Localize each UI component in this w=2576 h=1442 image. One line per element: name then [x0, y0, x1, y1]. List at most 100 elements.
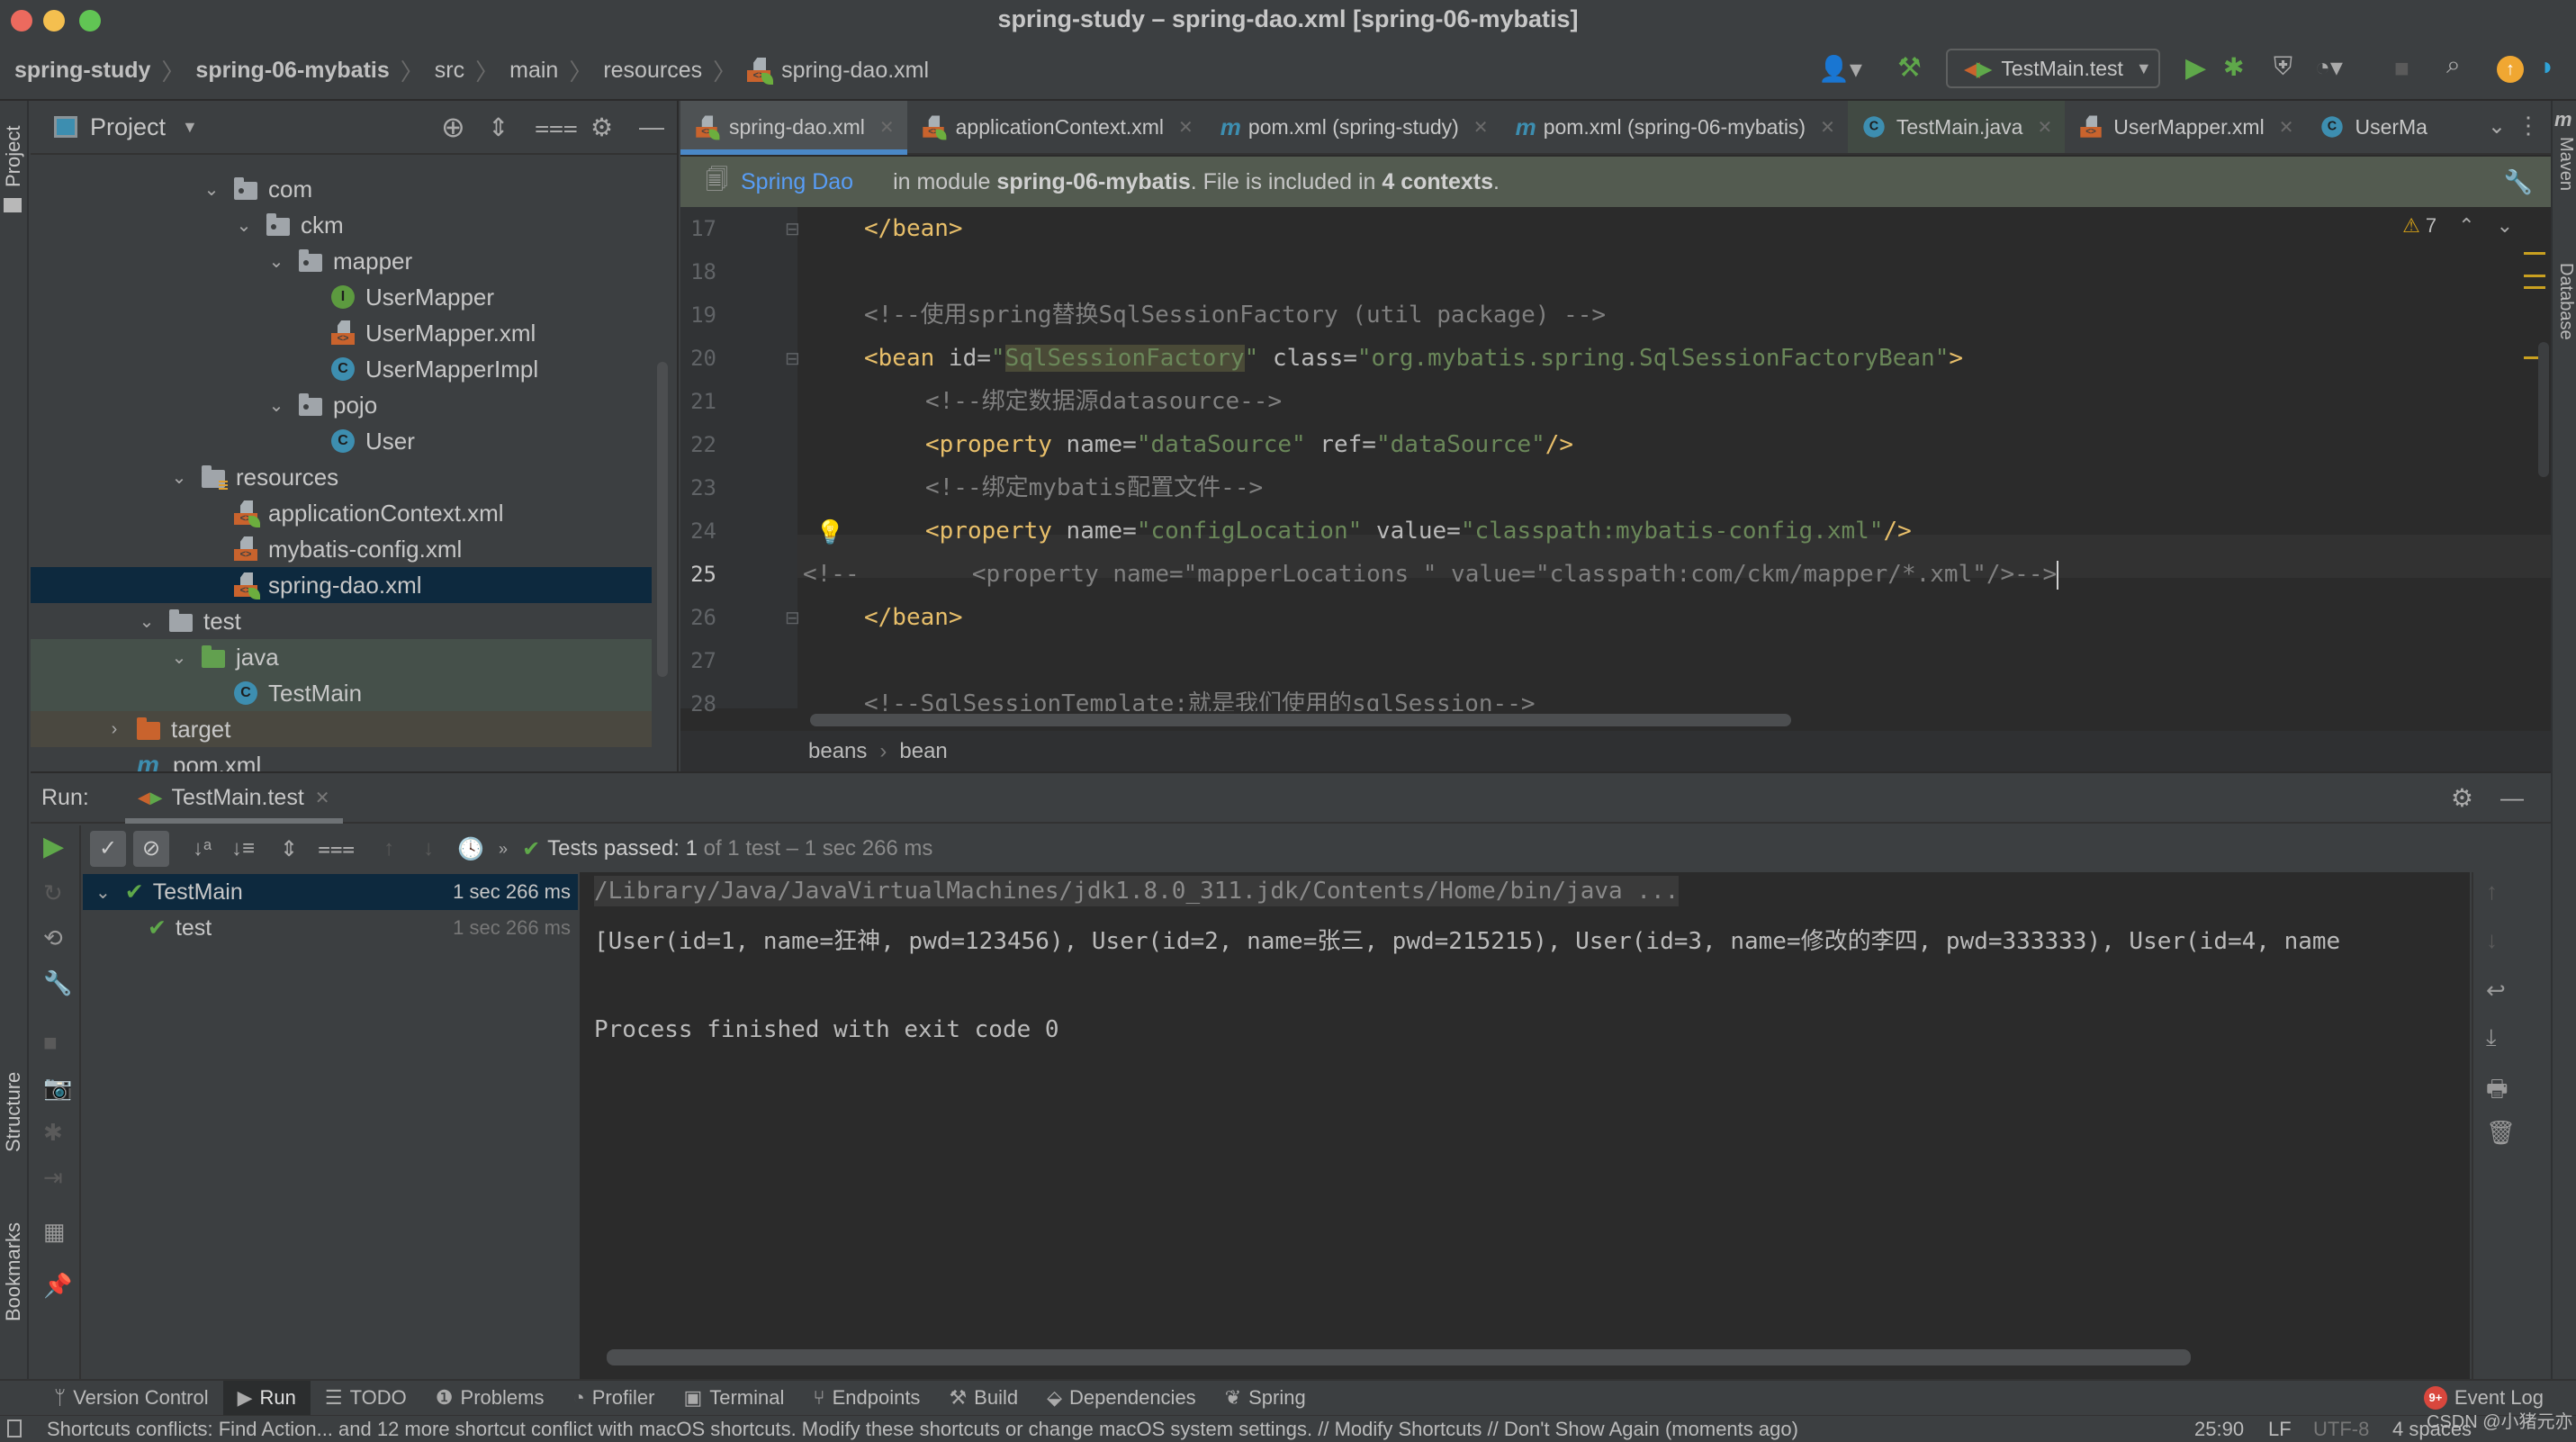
tree-item[interactable]: UserMapper.xml — [31, 315, 652, 351]
tab-testmain-java[interactable]: C TestMain.java ✕ — [1847, 101, 2066, 153]
soft-wrap-icon[interactable]: ↩ — [2486, 977, 2506, 1005]
gear-icon[interactable]: ⚙ — [590, 113, 613, 142]
database-tool-window-button[interactable]: Database — [2555, 263, 2576, 340]
run-configuration-select[interactable]: ◀ ▶ TestMain.test ▼ — [1946, 49, 2160, 88]
show-hidden-tabs-icon[interactable]: ⌄ — [2488, 113, 2506, 140]
tree-item[interactable]: applicationContext.xml — [31, 495, 652, 531]
toggle-auto-test-icon[interactable]: ⟲ — [43, 924, 63, 952]
coverage-icon[interactable]: ⛨ — [2274, 52, 2292, 82]
inspection-widget[interactable]: ⚠ 7 ⌃ ⌄ — [2402, 214, 2513, 238]
project-scrollbar[interactable] — [657, 362, 668, 677]
project-tool-window-button[interactable]: Project — [2, 126, 25, 187]
stop-icon[interactable]: ■ — [43, 1029, 58, 1057]
down-icon[interactable]: ↓ — [2486, 926, 2498, 954]
project-view-select[interactable]: Project — [90, 113, 166, 141]
tree-item[interactable]: C User — [31, 423, 652, 459]
tool-run[interactable]: ▶ Run — [222, 1381, 311, 1415]
tab-usermapper-xml[interactable]: UserMapper.xml✕ — [2065, 101, 2306, 153]
stop-icon[interactable]: ■ — [2394, 54, 2409, 83]
tree-item[interactable]: ⌄ pojo — [31, 387, 652, 423]
breadcrumb-file[interactable]: spring-dao.xml — [747, 40, 929, 101]
up-icon[interactable]: ↑ — [2486, 878, 2498, 906]
tool-profiler[interactable]: ◔ Profiler — [558, 1381, 669, 1415]
tool-spring[interactable]: ❦ Spring — [1211, 1381, 1320, 1415]
tab-applicationcontext-xml[interactable]: applicationContext.xml✕ — [907, 101, 1206, 153]
next-highlight-icon[interactable]: ⌄ — [2497, 214, 2513, 238]
wrench-icon[interactable]: 🔧 — [43, 969, 72, 997]
tree-item[interactable]: › target — [31, 711, 652, 747]
test-history-icon[interactable]: 🕓 — [457, 836, 484, 862]
tool-endpoints[interactable]: ⑂ Endpoints — [798, 1381, 934, 1415]
warning-marker[interactable] — [2524, 275, 2545, 277]
breadcrumb-bean[interactable]: bean — [899, 739, 947, 764]
close-tab-icon[interactable]: ✕ — [315, 787, 330, 809]
debug-icon[interactable]: ✱ — [2223, 52, 2244, 82]
user-icon[interactable]: 👤▾ — [1818, 54, 1862, 84]
console-output[interactable]: /Library/Java/JavaVirtualMachines/jdk1.8… — [580, 872, 2470, 1381]
tree-item[interactable]: C UserMapperImpl — [31, 351, 652, 387]
breadcrumb-project[interactable]: spring-study — [14, 40, 150, 101]
show-passed-icon[interactable]: ✓ — [90, 831, 126, 867]
breadcrumb-main[interactable]: main — [509, 40, 558, 101]
bookmarks-tool-window-button[interactable]: Bookmarks — [2, 1222, 25, 1321]
trash-icon[interactable]: 🗑 — [2486, 1119, 2516, 1147]
tool-problems[interactable]: ❶ Problems — [421, 1381, 559, 1415]
fold-icon[interactable]: ⊟ — [785, 347, 800, 370]
rerun-failed-icon[interactable]: ↻ — [43, 879, 63, 907]
warning-marker[interactable] — [2524, 286, 2545, 289]
tree-item[interactable]: ⌄ java — [31, 639, 652, 675]
tab-pom-spring-study[interactable]: m pom.xml (spring-study) ✕ — [1206, 101, 1501, 153]
structure-tool-window-button[interactable]: Structure — [2, 1072, 25, 1152]
chevron-down-icon[interactable]: ▼ — [182, 118, 198, 137]
more-actions-icon[interactable]: » — [499, 840, 508, 859]
breadcrumb-beans[interactable]: beans — [808, 739, 867, 764]
profile-icon[interactable]: ◔▾ — [2315, 52, 2343, 82]
status-message[interactable]: Shortcuts conflicts: Find Action... and … — [47, 1418, 1798, 1441]
tree-item[interactable]: mybatis-config.xml — [31, 531, 652, 567]
sort-by-duration-icon[interactable]: ↓≡ — [231, 836, 255, 861]
print-icon[interactable]: 🖶 — [2486, 1072, 2508, 1112]
close-tab-icon[interactable]: ✕ — [2279, 116, 2294, 139]
editor-vertical-scrollbar[interactable] — [2538, 342, 2549, 477]
build-hammer-icon[interactable]: ⚒ — [1897, 52, 1922, 84]
tool-terminal[interactable]: ▣ Terminal — [669, 1381, 798, 1415]
test-row[interactable]: ✔ test 1 sec 266 ms — [83, 910, 578, 946]
collapse-all-icon[interactable]: ⩶ — [318, 836, 355, 861]
hide-panel-icon[interactable]: — — [639, 113, 664, 141]
toolbox-icon[interactable]: ◗ — [2540, 52, 2555, 81]
maven-tool-window-button[interactable]: Maven — [2555, 137, 2576, 191]
expand-all-icon[interactable]: ⇕ — [488, 113, 509, 142]
search-icon[interactable]: ⌕ — [2446, 50, 2461, 80]
lightbulb-icon[interactable]: 💡 — [815, 518, 844, 546]
close-tab-icon[interactable]: ✕ — [1820, 116, 1835, 139]
tree-item[interactable]: I UserMapper — [31, 279, 652, 315]
tab-pom-spring-06-mybatis[interactable]: m pom.xml (spring-06-mybatis) ✕ — [1501, 101, 1848, 153]
wrench-icon[interactable]: 🔧 — [2504, 168, 2533, 196]
tab-spring-dao-xml[interactable]: spring-dao.xml✕ — [680, 101, 907, 155]
editor-horizontal-scrollbar[interactable] — [806, 711, 2551, 729]
tree-item[interactable]: C TestMain — [31, 675, 652, 711]
tree-item[interactable]: ⌄ mapper — [31, 243, 652, 279]
line-separator[interactable]: LF — [2268, 1418, 2292, 1441]
tool-build[interactable]: ⚒ Build — [934, 1381, 1032, 1415]
run-tab-testmain[interactable]: ◀ ▶ TestMain.test ✕ — [124, 773, 343, 824]
more-options-icon[interactable]: ⋮ — [2517, 112, 2540, 140]
toggle-tool-windows-icon[interactable] — [7, 1419, 22, 1437]
caret-position[interactable]: 25:90 — [2194, 1418, 2244, 1441]
fold-icon[interactable]: ⊟ — [785, 218, 800, 240]
close-tab-icon[interactable]: ✕ — [1473, 116, 1489, 139]
console-horizontal-scrollbar[interactable] — [607, 1349, 2191, 1365]
pin-icon[interactable]: 📌 — [43, 1272, 72, 1300]
import-icon[interactable]: ⇥ — [43, 1164, 63, 1192]
tree-item[interactable]: ⌄ test — [31, 603, 652, 639]
test-row[interactable]: ⌄ ✔ TestMain 1 sec 266 ms — [83, 874, 578, 910]
close-tab-icon[interactable]: ✕ — [2037, 116, 2052, 139]
breadcrumb-module[interactable]: spring-06-mybatis — [195, 40, 389, 101]
breadcrumb-src[interactable]: src — [435, 40, 464, 101]
tree-item[interactable]: ⌄ com — [31, 171, 652, 207]
previous-failed-icon[interactable]: ↑ — [383, 836, 394, 861]
tab-usermapperimpl[interactable]: C UserMa — [2306, 101, 2440, 153]
warning-marker[interactable] — [2524, 252, 2545, 255]
run-icon[interactable]: ▶ — [2185, 52, 2206, 84]
tree-item[interactable]: ⌄ resources — [31, 459, 652, 495]
